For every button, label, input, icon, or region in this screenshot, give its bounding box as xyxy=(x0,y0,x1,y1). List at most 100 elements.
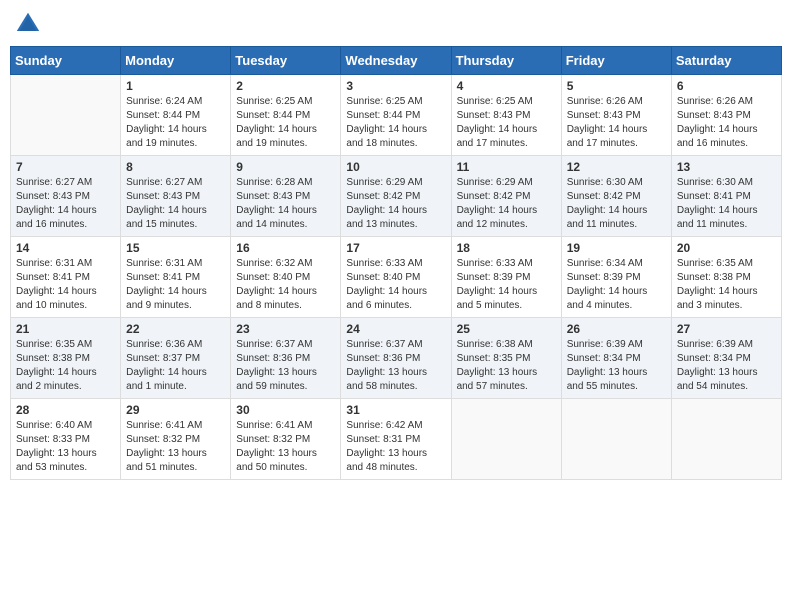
day-info: Sunrise: 6:31 AM Sunset: 8:41 PM Dayligh… xyxy=(126,257,225,313)
day-number: 5 xyxy=(567,79,666,93)
day-info: Sunrise: 6:37 AM Sunset: 8:36 PM Dayligh… xyxy=(346,338,445,394)
calendar-day-26: 26 Sunrise: 6:39 AM Sunset: 8:34 PM Dayli… xyxy=(561,318,671,399)
day-number: 10 xyxy=(346,160,445,174)
day-number: 25 xyxy=(457,322,556,336)
day-info: Sunrise: 6:37 AM Sunset: 8:36 PM Dayligh… xyxy=(236,338,335,394)
day-number: 15 xyxy=(126,241,225,255)
day-info: Sunrise: 6:41 AM Sunset: 8:32 PM Dayligh… xyxy=(236,419,335,475)
calendar-empty-cell xyxy=(671,399,781,480)
calendar-week-row: 7 Sunrise: 6:27 AM Sunset: 8:43 PM Daylig… xyxy=(11,156,782,237)
day-info: Sunrise: 6:42 AM Sunset: 8:31 PM Dayligh… xyxy=(346,419,445,475)
calendar-week-row: 14Sunrise: 6:31 AM Sunset: 8:41 PM Dayli… xyxy=(11,237,782,318)
day-info: Sunrise: 6:40 AM Sunset: 8:33 PM Dayligh… xyxy=(16,419,115,475)
calendar-day-18: 18Sunrise: 6:33 AM Sunset: 8:39 PM Dayli… xyxy=(451,237,561,318)
calendar-day-5: 5 Sunrise: 6:26 AM Sunset: 8:43 PM Daylig… xyxy=(561,75,671,156)
calendar-day-4: 4Sunrise: 6:25 AM Sunset: 8:43 PM Daylig… xyxy=(451,75,561,156)
day-number: 30 xyxy=(236,403,335,417)
day-info: Sunrise: 6:32 AM Sunset: 8:40 PM Dayligh… xyxy=(236,257,335,313)
day-info: Sunrise: 6:36 AM Sunset: 8:37 PM Dayligh… xyxy=(126,338,225,394)
day-info: Sunrise: 6:26 AM Sunset: 8:43 PM Dayligh… xyxy=(677,95,776,151)
calendar-day-21: 21Sunrise: 6:35 AM Sunset: 8:38 PM Dayli… xyxy=(11,318,121,399)
calendar-week-row: 28 Sunrise: 6:40 AM Sunset: 8:33 PM Dayli… xyxy=(11,399,782,480)
calendar-day-9: 9 Sunrise: 6:28 AM Sunset: 8:43 PM Daylig… xyxy=(231,156,341,237)
day-number: 8 xyxy=(126,160,225,174)
day-number: 23 xyxy=(236,322,335,336)
day-number: 27 xyxy=(677,322,776,336)
day-header-saturday: Saturday xyxy=(671,47,781,75)
calendar-day-28: 28 Sunrise: 6:40 AM Sunset: 8:33 PM Dayli… xyxy=(11,399,121,480)
day-number: 28 xyxy=(16,403,115,417)
day-number: 3 xyxy=(346,79,445,93)
day-info: Sunrise: 6:25 AM Sunset: 8:44 PM Dayligh… xyxy=(236,95,335,151)
day-number: 19 xyxy=(567,241,666,255)
calendar-day-8: 8 Sunrise: 6:27 AM Sunset: 8:43 PM Daylig… xyxy=(121,156,231,237)
day-info: Sunrise: 6:30 AM Sunset: 8:41 PM Dayligh… xyxy=(677,176,776,232)
day-number: 17 xyxy=(346,241,445,255)
calendar-day-13: 13 Sunrise: 6:30 AM Sunset: 8:41 PM Dayli… xyxy=(671,156,781,237)
day-number: 2 xyxy=(236,79,335,93)
calendar-day-29: 29 Sunrise: 6:41 AM Sunset: 8:32 PM Dayli… xyxy=(121,399,231,480)
day-number: 18 xyxy=(457,241,556,255)
day-info: Sunrise: 6:39 AM Sunset: 8:34 PM Dayligh… xyxy=(677,338,776,394)
day-info: Sunrise: 6:35 AM Sunset: 8:38 PM Dayligh… xyxy=(16,338,115,394)
day-number: 13 xyxy=(677,160,776,174)
page-header xyxy=(10,10,782,38)
day-header-sunday: Sunday xyxy=(11,47,121,75)
calendar-table: SundayMondayTuesdayWednesdayThursdayFrid… xyxy=(10,46,782,480)
day-header-monday: Monday xyxy=(121,47,231,75)
logo-icon xyxy=(14,10,42,38)
calendar-day-31: 31 Sunrise: 6:42 AM Sunset: 8:31 PM Dayli… xyxy=(341,399,451,480)
day-header-friday: Friday xyxy=(561,47,671,75)
calendar-day-2: 2 Sunrise: 6:25 AM Sunset: 8:44 PM Daylig… xyxy=(231,75,341,156)
calendar-day-25: 25 Sunrise: 6:38 AM Sunset: 8:35 PM Dayli… xyxy=(451,318,561,399)
calendar-day-16: 16 Sunrise: 6:32 AM Sunset: 8:40 PM Dayli… xyxy=(231,237,341,318)
day-number: 16 xyxy=(236,241,335,255)
day-info: Sunrise: 6:39 AM Sunset: 8:34 PM Dayligh… xyxy=(567,338,666,394)
day-info: Sunrise: 6:27 AM Sunset: 8:43 PM Dayligh… xyxy=(126,176,225,232)
day-info: Sunrise: 6:33 AM Sunset: 8:40 PM Dayligh… xyxy=(346,257,445,313)
calendar-day-24: 24 Sunrise: 6:37 AM Sunset: 8:36 PM Dayli… xyxy=(341,318,451,399)
day-header-thursday: Thursday xyxy=(451,47,561,75)
calendar-empty-cell xyxy=(561,399,671,480)
day-info: Sunrise: 6:30 AM Sunset: 8:42 PM Dayligh… xyxy=(567,176,666,232)
day-info: Sunrise: 6:29 AM Sunset: 8:42 PM Dayligh… xyxy=(457,176,556,232)
day-number: 24 xyxy=(346,322,445,336)
calendar-day-3: 3Sunrise: 6:25 AM Sunset: 8:44 PM Daylig… xyxy=(341,75,451,156)
calendar-day-23: 23 Sunrise: 6:37 AM Sunset: 8:36 PM Dayli… xyxy=(231,318,341,399)
day-info: Sunrise: 6:41 AM Sunset: 8:32 PM Dayligh… xyxy=(126,419,225,475)
calendar-empty-cell xyxy=(451,399,561,480)
day-info: Sunrise: 6:35 AM Sunset: 8:38 PM Dayligh… xyxy=(677,257,776,313)
calendar-day-7: 7 Sunrise: 6:27 AM Sunset: 8:43 PM Daylig… xyxy=(11,156,121,237)
calendar-day-6: 6Sunrise: 6:26 AM Sunset: 8:43 PM Daylig… xyxy=(671,75,781,156)
day-info: Sunrise: 6:29 AM Sunset: 8:42 PM Dayligh… xyxy=(346,176,445,232)
day-number: 22 xyxy=(126,322,225,336)
day-number: 9 xyxy=(236,160,335,174)
day-info: Sunrise: 6:31 AM Sunset: 8:41 PM Dayligh… xyxy=(16,257,115,313)
day-number: 7 xyxy=(16,160,115,174)
day-info: Sunrise: 6:27 AM Sunset: 8:43 PM Dayligh… xyxy=(16,176,115,232)
calendar-day-17: 17 Sunrise: 6:33 AM Sunset: 8:40 PM Dayli… xyxy=(341,237,451,318)
calendar-header-row: SundayMondayTuesdayWednesdayThursdayFrid… xyxy=(11,47,782,75)
calendar-day-27: 27 Sunrise: 6:39 AM Sunset: 8:34 PM Dayli… xyxy=(671,318,781,399)
day-number: 20 xyxy=(677,241,776,255)
day-number: 26 xyxy=(567,322,666,336)
day-info: Sunrise: 6:26 AM Sunset: 8:43 PM Dayligh… xyxy=(567,95,666,151)
calendar-day-22: 22 Sunrise: 6:36 AM Sunset: 8:37 PM Dayli… xyxy=(121,318,231,399)
calendar-empty-cell xyxy=(11,75,121,156)
day-number: 1 xyxy=(126,79,225,93)
day-info: Sunrise: 6:24 AM Sunset: 8:44 PM Dayligh… xyxy=(126,95,225,151)
calendar-day-20: 20 Sunrise: 6:35 AM Sunset: 8:38 PM Dayli… xyxy=(671,237,781,318)
day-header-wednesday: Wednesday xyxy=(341,47,451,75)
day-number: 4 xyxy=(457,79,556,93)
calendar-day-11: 11 Sunrise: 6:29 AM Sunset: 8:42 PM Dayli… xyxy=(451,156,561,237)
day-number: 12 xyxy=(567,160,666,174)
calendar-day-14: 14Sunrise: 6:31 AM Sunset: 8:41 PM Dayli… xyxy=(11,237,121,318)
day-number: 11 xyxy=(457,160,556,174)
day-info: Sunrise: 6:28 AM Sunset: 8:43 PM Dayligh… xyxy=(236,176,335,232)
calendar-day-1: 1 Sunrise: 6:24 AM Sunset: 8:44 PM Daylig… xyxy=(121,75,231,156)
day-number: 29 xyxy=(126,403,225,417)
day-info: Sunrise: 6:38 AM Sunset: 8:35 PM Dayligh… xyxy=(457,338,556,394)
day-header-tuesday: Tuesday xyxy=(231,47,341,75)
day-number: 31 xyxy=(346,403,445,417)
calendar-week-row: 1 Sunrise: 6:24 AM Sunset: 8:44 PM Daylig… xyxy=(11,75,782,156)
